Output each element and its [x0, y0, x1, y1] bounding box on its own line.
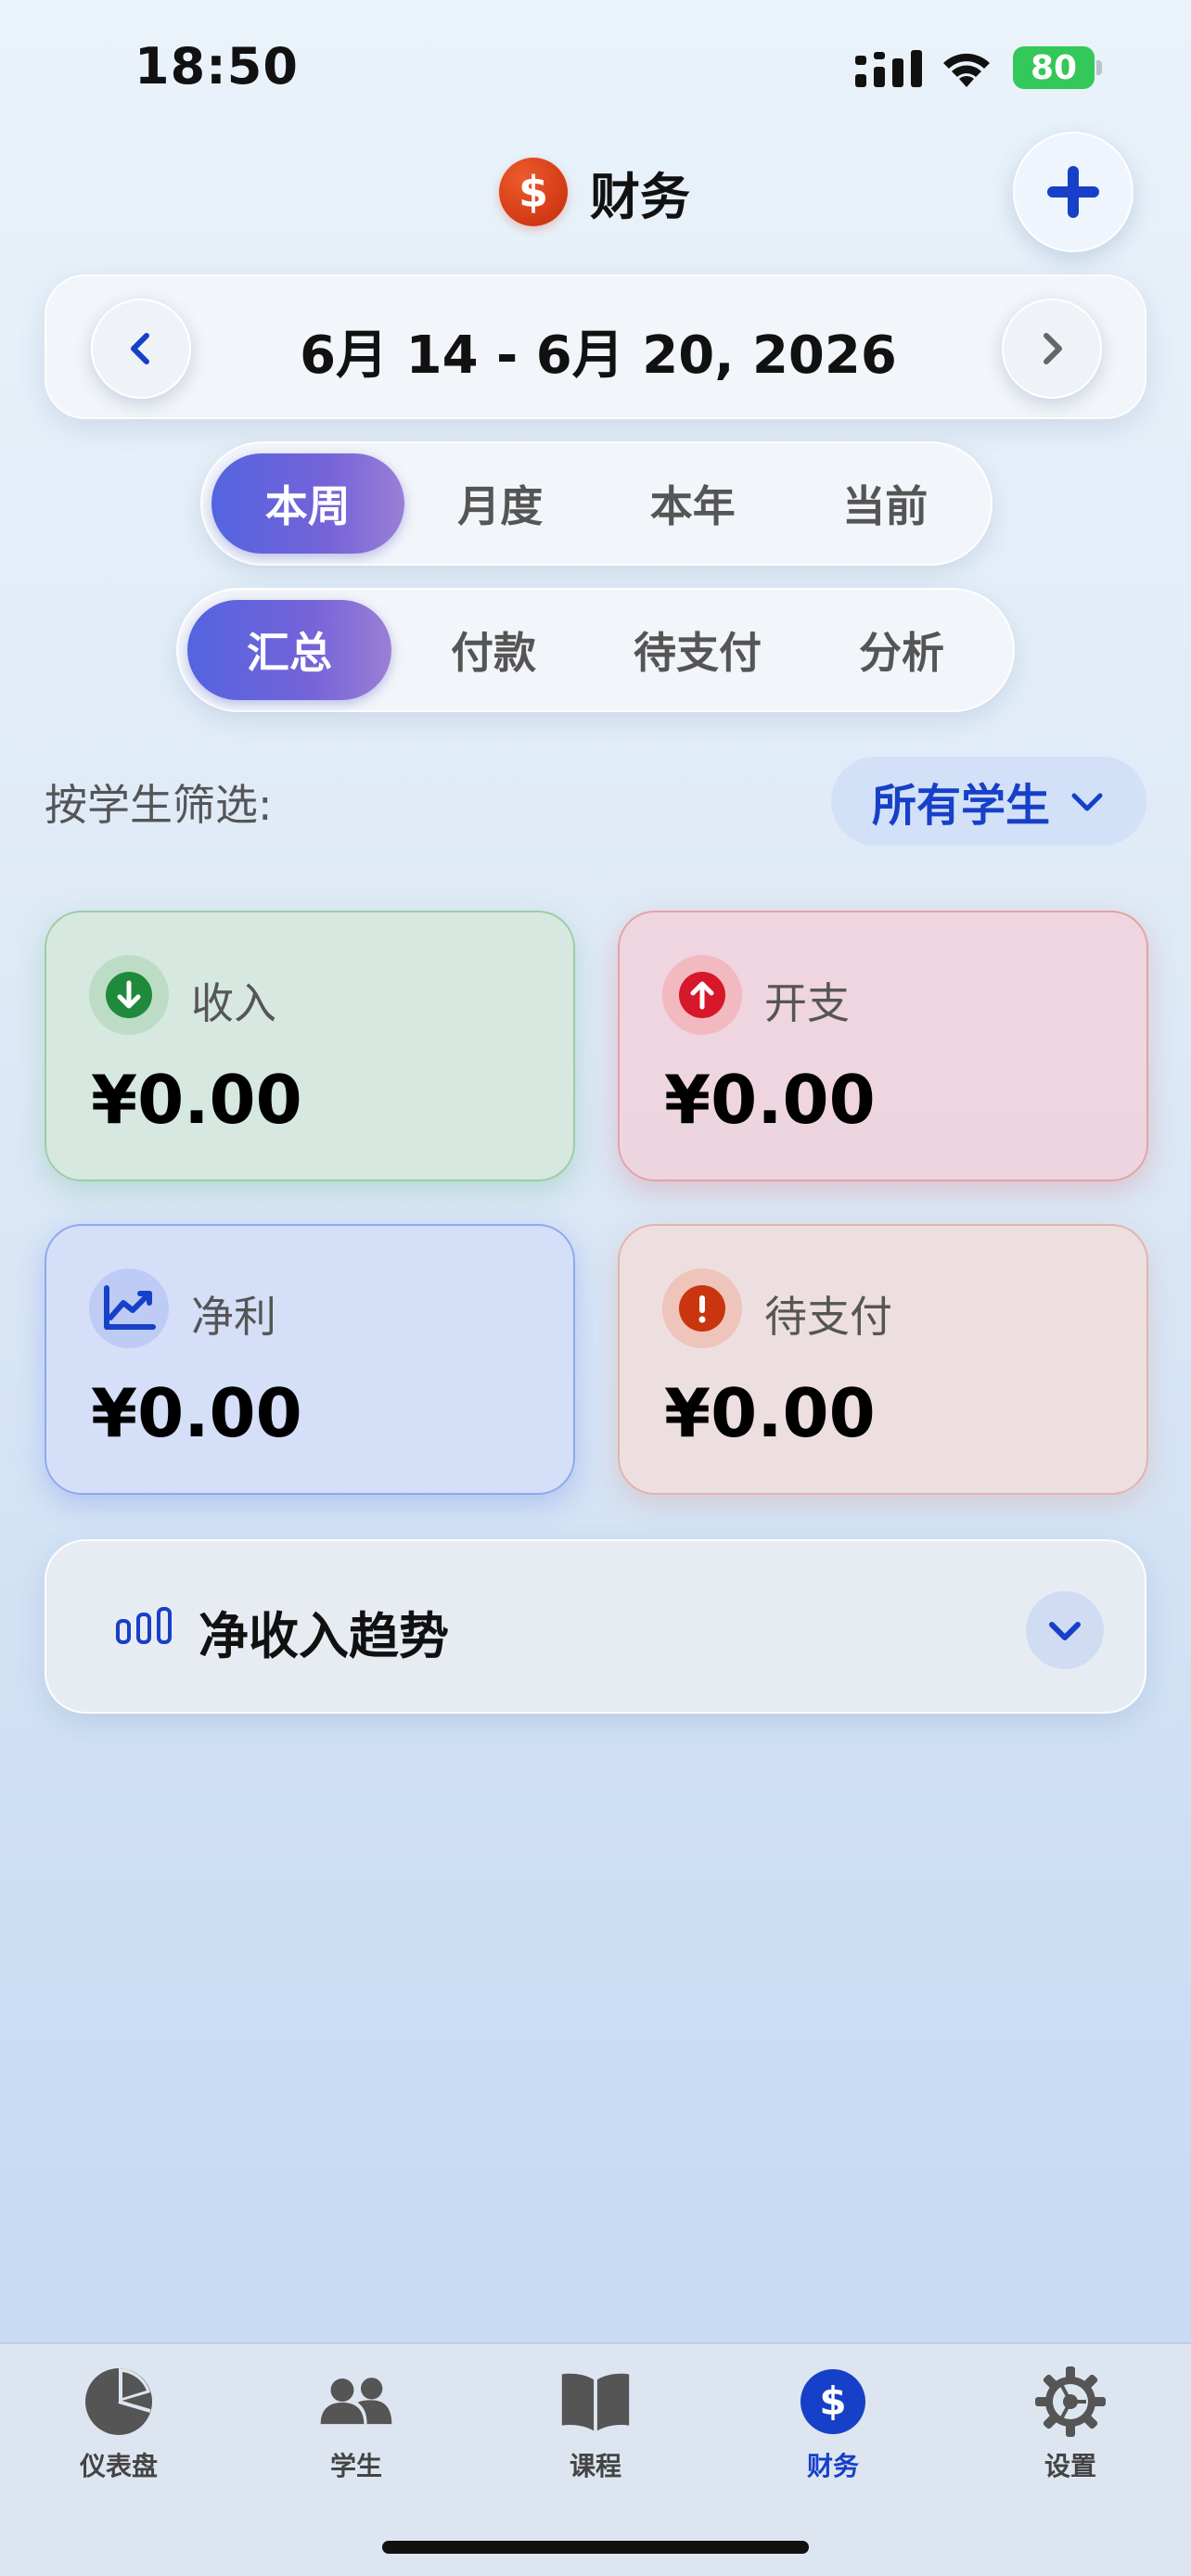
- tab-dashboard[interactable]: 仪表盘: [26, 2365, 211, 2483]
- next-period-button[interactable]: [1002, 299, 1102, 399]
- pending-value: ¥0.00: [664, 1374, 876, 1452]
- tab-settings-label: 设置: [1044, 2451, 1096, 2481]
- pending-icon-halo: [662, 1269, 742, 1348]
- svg-text:$: $: [819, 2378, 846, 2424]
- net-label: 净利: [191, 1292, 276, 1342]
- income-label: 收入: [191, 978, 276, 1028]
- trend-label: 净收入趋势: [198, 1607, 449, 1665]
- tab-courses[interactable]: 课程: [503, 2365, 688, 2483]
- date-range-label: 6月 14 - 6月 20, 2026: [300, 325, 897, 386]
- plus-icon: [1047, 166, 1099, 218]
- net-icon-halo: [89, 1269, 169, 1348]
- arrow-up-circle-icon: [679, 972, 725, 1018]
- tab-students[interactable]: 学生: [263, 2365, 449, 2483]
- expense-card[interactable]: 开支 ¥0.00: [618, 911, 1148, 1181]
- people-icon: [319, 2365, 393, 2439]
- tab-summary[interactable]: 汇总: [187, 600, 391, 700]
- chevron-left-icon: [131, 333, 149, 364]
- income-icon-halo: [89, 955, 169, 1035]
- tab-finance-label: 财务: [806, 2451, 859, 2481]
- expense-value: ¥0.00: [664, 1061, 876, 1139]
- tab-settings[interactable]: 设置: [978, 2365, 1163, 2483]
- wifi-icon: [943, 53, 990, 87]
- tab-current[interactable]: 当前: [789, 453, 982, 554]
- signal-icon: [855, 50, 922, 87]
- pending-card[interactable]: 待支付 ¥0.00: [618, 1224, 1148, 1495]
- exclamation-circle-icon: [679, 1285, 725, 1332]
- battery-nub: [1096, 60, 1102, 75]
- chevron-down-icon: [1049, 1622, 1081, 1640]
- student-filter-dropdown[interactable]: 所有学生: [831, 757, 1146, 846]
- home-indicator: [382, 2541, 809, 2554]
- student-filter-value: 所有学生: [871, 780, 1050, 832]
- book-icon: [558, 2365, 633, 2439]
- chevron-down-icon: [1071, 793, 1103, 811]
- tab-finance[interactable]: $ 财务: [740, 2365, 926, 2483]
- pie-chart-icon: [82, 2365, 156, 2439]
- bar-chart-icon: [116, 1607, 172, 1644]
- tab-courses-label: 课程: [569, 2451, 621, 2481]
- tab-this-week[interactable]: 本周: [211, 453, 404, 554]
- student-filter-label: 按学生筛选:: [45, 780, 273, 830]
- add-button[interactable]: [1013, 132, 1133, 252]
- tab-analysis[interactable]: 分析: [800, 600, 1004, 700]
- battery-indicator: 80: [1013, 46, 1102, 89]
- income-card[interactable]: 收入 ¥0.00: [45, 911, 575, 1181]
- period-segmented-control: 本周 月度 本年 当前: [200, 441, 992, 566]
- arrow-down-circle-icon: [106, 972, 152, 1018]
- tab-this-year[interactable]: 本年: [596, 453, 789, 554]
- line-chart-icon: [104, 1285, 156, 1330]
- date-range-navigator: 6月 14 - 6月 20, 2026: [45, 274, 1146, 419]
- status-time: 18:50: [134, 37, 299, 96]
- battery-level: 80: [1013, 46, 1095, 89]
- tab-students-label: 学生: [329, 2451, 382, 2481]
- expense-icon-halo: [662, 955, 742, 1035]
- gear-icon: [1033, 2365, 1108, 2439]
- tab-pending[interactable]: 待支付: [596, 600, 800, 700]
- page-title: 财务: [590, 167, 690, 226]
- pending-label: 待支付: [764, 1292, 892, 1342]
- tab-dashboard-label: 仪表盘: [79, 2451, 158, 2481]
- dollar-icon: $: [499, 158, 568, 226]
- view-segmented-control: 汇总 付款 待支付 分析: [176, 588, 1015, 712]
- net-profit-card[interactable]: 净利 ¥0.00: [45, 1224, 575, 1495]
- tab-payments[interactable]: 付款: [391, 600, 596, 700]
- income-value: ¥0.00: [91, 1061, 302, 1139]
- net-income-trend-card[interactable]: 净收入趋势: [45, 1539, 1146, 1714]
- tab-monthly[interactable]: 月度: [404, 453, 597, 554]
- expand-trend-button[interactable]: [1026, 1591, 1104, 1669]
- chevron-right-icon: [1044, 333, 1062, 364]
- dollar-icon: $: [796, 2365, 870, 2439]
- expense-label: 开支: [764, 978, 850, 1028]
- page-header: $ 财务: [499, 156, 690, 228]
- net-value: ¥0.00: [91, 1374, 302, 1452]
